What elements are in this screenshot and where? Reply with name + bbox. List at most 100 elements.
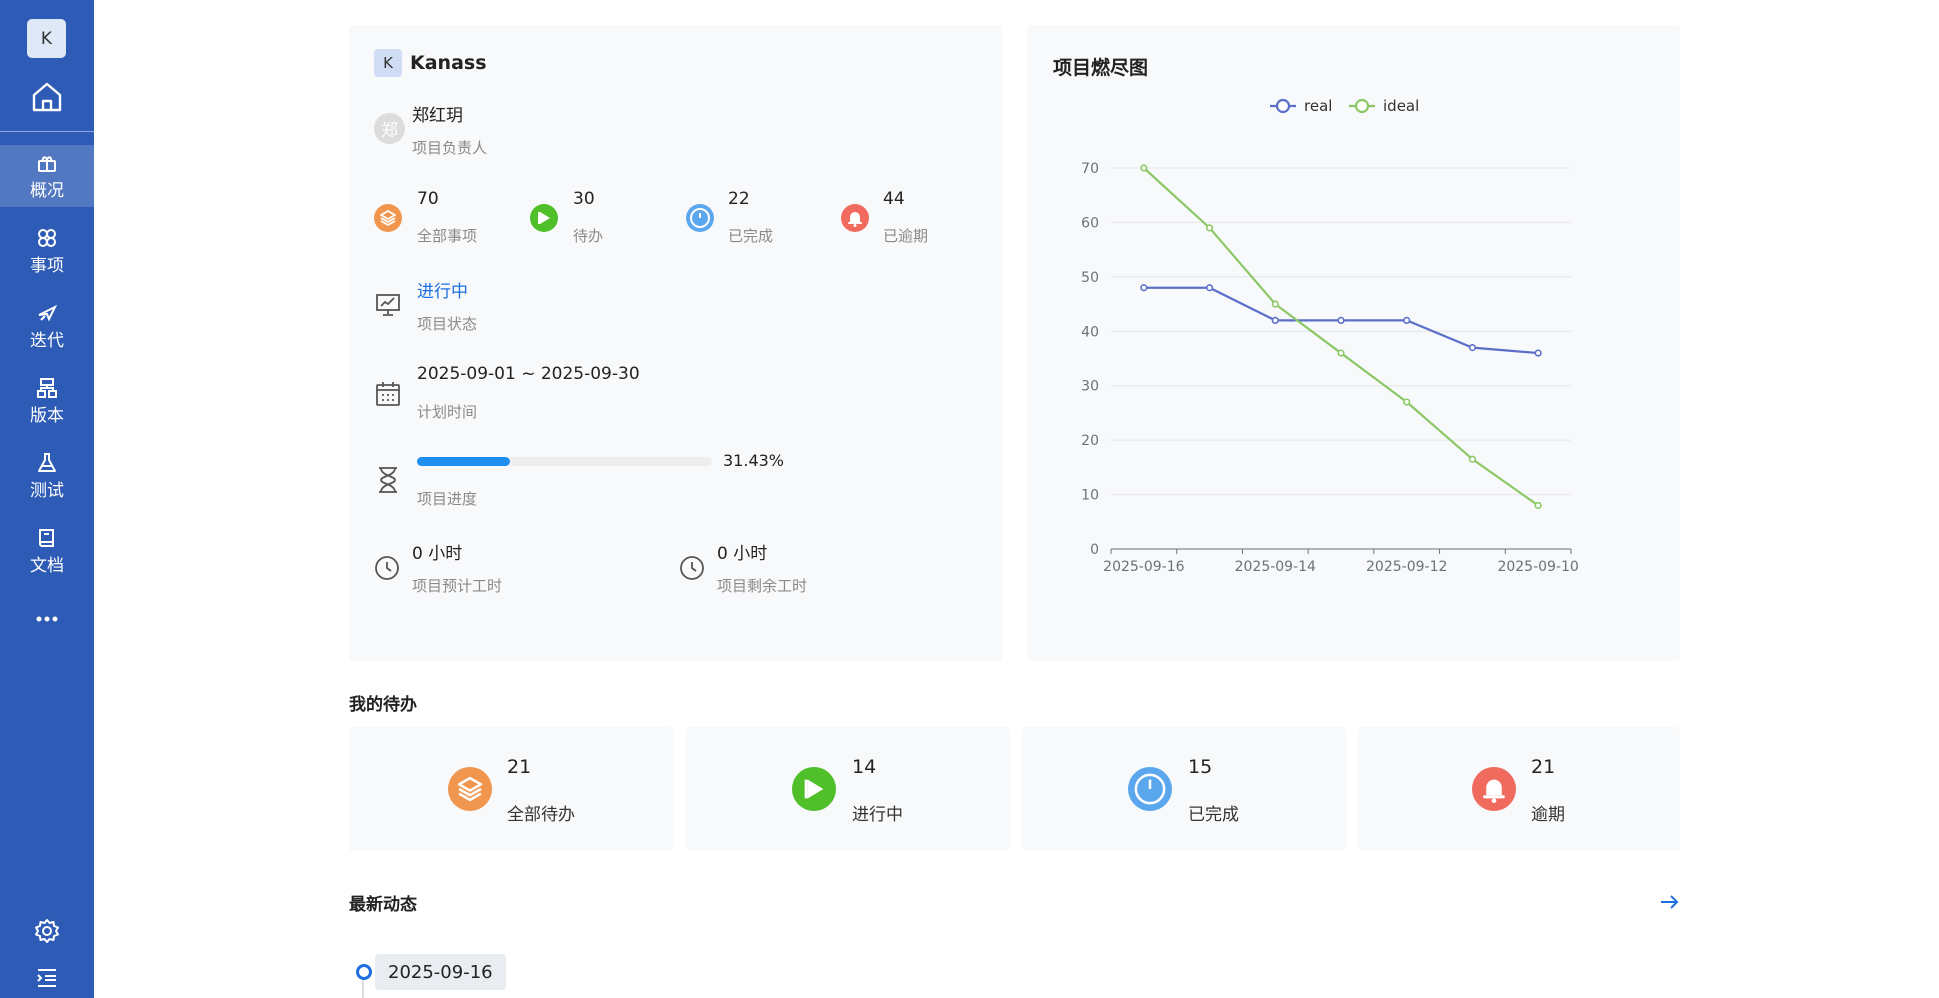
bell-icon: [1472, 767, 1516, 811]
progress-label: 项目进度: [417, 490, 478, 508]
test-flask-icon: [38, 452, 56, 472]
data-point-real: [1534, 349, 1542, 357]
estimate-value: 0 小时: [412, 544, 463, 564]
more-icon[interactable]: [30, 605, 64, 633]
activity-section-title: 最新动态: [349, 895, 417, 915]
legend-marker-ideal: [1354, 98, 1370, 114]
data-point-ideal: [1140, 164, 1148, 172]
todo-section-title: 我的待办: [349, 695, 417, 715]
timeline-line: [362, 980, 364, 998]
power-icon: [1128, 767, 1172, 811]
y-tick-label: 0: [1090, 542, 1099, 558]
monitor-chart-icon: [376, 294, 400, 316]
arrow-right-icon[interactable]: [1658, 891, 1680, 913]
document-book-icon: [39, 528, 54, 547]
data-point-real: [1205, 284, 1214, 292]
x-tick-label: 2025-09-14: [1235, 559, 1316, 575]
sprint-icon: [38, 304, 58, 321]
progress-text: 31.43%: [723, 451, 785, 470]
todo-label: 全部待办: [507, 805, 575, 825]
sidebar-divider: [0, 131, 94, 132]
y-tick-label: 30: [1081, 379, 1099, 395]
sidebar-item-work-items[interactable]: 事项: [0, 220, 94, 282]
x-tick-label: 2025-09-12: [1366, 559, 1447, 575]
play-icon: [530, 204, 558, 232]
series-line-ideal: [1143, 167, 1539, 507]
bell-icon: [841, 204, 869, 232]
stat-label: 待办: [573, 227, 604, 245]
sidebar-item-label: 文档: [30, 555, 64, 576]
y-tick-label: 20: [1081, 433, 1099, 449]
remaining-value: 0 小时: [717, 544, 768, 564]
sidebar-item-sprint[interactable]: 迭代: [0, 295, 94, 357]
status-label: 项目状态: [417, 315, 478, 333]
home-icon[interactable]: [30, 80, 64, 114]
project-info-card: K Kanass 郑 郑红玥 项目负责人 70 全部事项 30 待办 22 已完…: [349, 25, 1002, 661]
stat-label: 已逾期: [883, 227, 929, 245]
x-tick-label: 2025-09-10: [1497, 559, 1578, 575]
legend-marker-real: [1275, 98, 1291, 114]
sidebar-item-version[interactable]: 版本: [0, 370, 94, 432]
sidebar-item-label: 事项: [30, 255, 64, 276]
stat-label: 已完成: [728, 227, 774, 245]
y-tick-label: 70: [1081, 161, 1099, 177]
burndown-card: 项目燃尽图 0 10 20 30 40 50 60 70 2025-09-16 2025-09-1…: [1027, 25, 1680, 661]
activity-date-tag: 2025-09-16: [375, 954, 506, 990]
sidebar-item-docs[interactable]: 文档: [0, 520, 94, 582]
data-point-real: [1468, 344, 1477, 352]
todo-card-overdue[interactable]: 21 逾期: [1358, 727, 1680, 851]
sidebar-item-test[interactable]: 测试: [0, 445, 94, 507]
data-point-ideal: [1205, 224, 1214, 232]
remaining-label: 项目剩余工时: [717, 577, 808, 595]
plan-time-label: 计划时间: [417, 403, 478, 421]
data-point-ideal: [1271, 300, 1279, 308]
clock-icon: [680, 556, 704, 580]
project-name: Kanass: [410, 52, 487, 74]
sidebar-item-label: 版本: [30, 405, 64, 426]
sidebar-item-overview[interactable]: 概况: [0, 145, 94, 207]
data-point-real: [1337, 316, 1345, 325]
burndown-chart: 0 10 20 30 40 50 60 70 2025-09-16 2025-09-14 2025-…: [1081, 97, 1579, 575]
data-point-real: [1271, 316, 1279, 325]
y-tick-label: 40: [1081, 324, 1099, 340]
y-tick-label: 10: [1081, 488, 1099, 504]
collapse-menu-icon[interactable]: [35, 966, 59, 990]
sidebar-item-label: 测试: [30, 480, 64, 501]
hourglass-icon: [379, 467, 397, 493]
settings-gear-icon[interactable]: [34, 918, 60, 944]
todo-card-all[interactable]: 21 全部待办: [349, 727, 673, 851]
stat-label: 全部事项: [417, 227, 478, 245]
play-icon: [792, 767, 836, 811]
legend-label-ideal: ideal: [1383, 97, 1419, 115]
sidebar-item-label: 概况: [30, 180, 64, 201]
plan-time-value: 2025-09-01 ~ 2025-09-30: [417, 364, 640, 384]
power-icon: [686, 204, 714, 232]
todo-label: 逾期: [1531, 805, 1565, 825]
app-logo[interactable]: K: [27, 19, 66, 58]
data-point-ideal: [1403, 398, 1411, 406]
layers-icon: [448, 767, 492, 811]
sidebar-item-label: 迭代: [30, 330, 64, 351]
progress-track: [417, 457, 712, 466]
stat-value: 70: [417, 189, 439, 209]
todo-card-done[interactable]: 15 已完成: [1022, 727, 1346, 851]
todo-count: 15: [1188, 756, 1213, 778]
todo-label: 已完成: [1188, 805, 1239, 825]
owner-label: 项目负责人: [412, 139, 488, 157]
calendar-icon: [376, 382, 400, 406]
todo-card-in-progress[interactable]: 14 进行中: [686, 727, 1010, 851]
data-point-ideal: [1337, 349, 1345, 357]
y-tick-label: 60: [1081, 215, 1099, 231]
stat-value: 22: [728, 189, 750, 209]
owner-name: 郑红玥: [412, 106, 463, 126]
progress-fill: [417, 457, 510, 466]
data-point-ideal: [1534, 501, 1542, 510]
timeline-dot: [356, 964, 372, 980]
stat-value: 30: [573, 189, 595, 209]
overview-icon: [38, 155, 56, 172]
legend-label-real: real: [1304, 97, 1332, 115]
clock-icon: [375, 556, 399, 580]
data-point-real: [1140, 284, 1148, 292]
sidebar: K 概况 事项 迭代 版本 测试 文档: [0, 0, 94, 998]
estimate-label: 项目预计工时: [412, 577, 503, 595]
